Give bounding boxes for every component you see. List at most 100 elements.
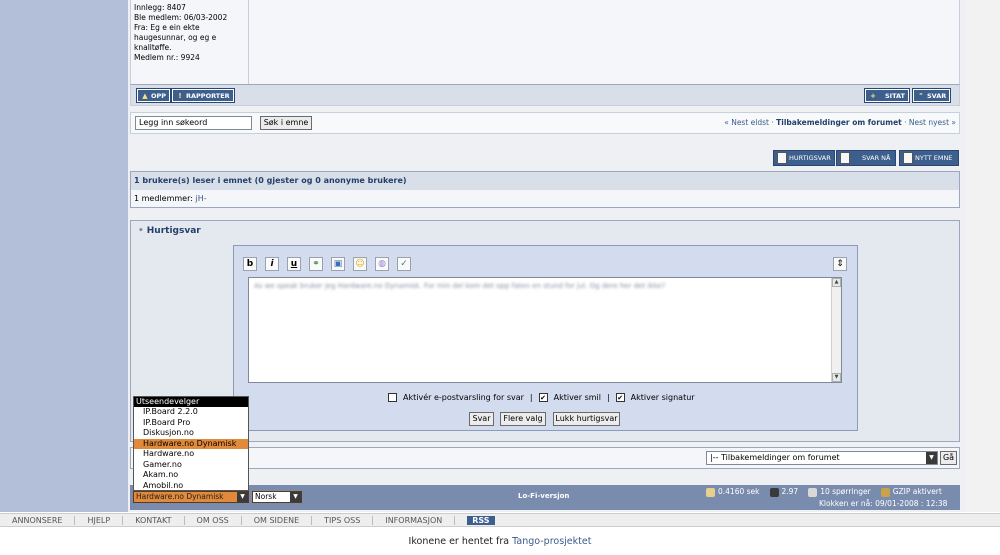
server-stats: 0.4160 sek 2.97 10 spørringer GZIP aktiv… bbox=[706, 487, 942, 497]
post-info-line: Medlem nr.: 9924 bbox=[134, 53, 200, 62]
skin-option[interactable]: Akam.no bbox=[134, 470, 248, 481]
skin-option[interactable]: Diskusjon.no bbox=[134, 428, 248, 439]
reply-textarea[interactable] bbox=[248, 277, 842, 383]
menu-item-om-oss[interactable]: OM OSS bbox=[185, 515, 242, 525]
skin-dropdown-header: Utseendevelger bbox=[134, 397, 248, 407]
speech-bubble-icon[interactable]: ◍ bbox=[375, 257, 389, 271]
skin-option[interactable]: IP.Board Pro bbox=[134, 418, 248, 429]
site-menu: ANNONSERE HJELP KONTAKT OM OSS OM SIDENE… bbox=[0, 513, 1000, 527]
left-band bbox=[0, 0, 128, 512]
post-footer bbox=[130, 84, 960, 106]
stat-queries-value: 10 spørringer bbox=[820, 487, 871, 496]
scroll-down-icon[interactable]: ▼ bbox=[832, 373, 841, 382]
textarea-scrollbar[interactable]: ▲ ▼ bbox=[831, 278, 841, 382]
skin-option[interactable]: Amobil.no bbox=[134, 481, 248, 492]
email-notify-label: Aktivér e-postvarsling for svar bbox=[403, 393, 524, 402]
database-icon bbox=[808, 487, 818, 497]
language-select-value: Norsk bbox=[255, 492, 277, 501]
stat-load-value: 2.97 bbox=[781, 487, 799, 496]
menu-item-annonsere[interactable]: ANNONSERE bbox=[0, 515, 76, 525]
close-quickreply-button[interactable]: Lukk hurtigsvar bbox=[553, 412, 620, 426]
menu-item-informasjon[interactable]: INFORMASJON bbox=[373, 515, 456, 525]
up-button[interactable]: ▲ OPP bbox=[135, 88, 172, 103]
next-topic-link[interactable]: Nest nyest » bbox=[909, 118, 956, 127]
post-info-line: Innlegg: 8407 bbox=[134, 3, 186, 12]
quickreply-label: HURTIGSVAR bbox=[789, 154, 831, 162]
underline-label: u bbox=[290, 259, 298, 269]
prev-topic-link[interactable]: « Nest eldst bbox=[724, 118, 769, 127]
chevron-down-icon[interactable]: ▼ bbox=[290, 492, 301, 502]
skin-dropdown-list[interactable]: Utseendevelger IP.Board 2.2.0 IP.Board P… bbox=[133, 396, 249, 491]
search-input[interactable]: Legg inn søkeord bbox=[135, 116, 252, 130]
chevron-down-icon[interactable]: ▼ bbox=[237, 492, 248, 502]
up-button-label: OPP bbox=[151, 91, 167, 100]
forum-jump-value: |-- Tilbakemeldinger om forumet bbox=[710, 453, 840, 462]
report-button[interactable]: ! RAPPORTER bbox=[171, 88, 235, 103]
menu-item-om-sidene[interactable]: OM SIDENE bbox=[242, 515, 313, 525]
underline-button[interactable]: u bbox=[287, 257, 301, 271]
smiley-icon[interactable]: ☺ bbox=[353, 257, 367, 271]
clock-icon bbox=[706, 487, 715, 497]
active-readers-list: 1 medlemmer: jH- bbox=[134, 194, 207, 203]
post-info-line: Ble medlem: 06/03-2002 bbox=[134, 13, 228, 22]
quickreply-button[interactable]: HURTIGSVAR bbox=[773, 150, 835, 166]
stat-load: 2.97 bbox=[769, 487, 799, 497]
server-icon bbox=[769, 487, 779, 497]
post-info-line: Fra: Eg e ein ekte bbox=[134, 23, 200, 32]
quick-reply-title-text: Hurtigsvar bbox=[146, 226, 201, 236]
document-icon bbox=[777, 152, 787, 164]
stat-queries: 10 spørringer bbox=[808, 487, 871, 497]
post-info-line: knalltøffe. bbox=[134, 43, 172, 52]
member-link[interactable]: jH- bbox=[195, 194, 206, 203]
skin-select[interactable]: Hardware.no Dynamisk ▼ bbox=[133, 491, 249, 503]
language-select[interactable]: Norsk ▼ bbox=[252, 491, 302, 503]
scroll-up-icon[interactable]: ▲ bbox=[832, 278, 841, 287]
reply-button[interactable]: " SVAR bbox=[911, 88, 952, 103]
icon-credits: Ikonene er hentet fra Tango-prosjektet bbox=[0, 536, 1000, 547]
tango-link[interactable]: Tango-prosjektet bbox=[512, 536, 591, 547]
reply-text: As we speak bruker jeg Hardware.no Dynam… bbox=[254, 282, 666, 290]
bullet-icon: • bbox=[138, 226, 144, 236]
signature-checkbox[interactable]: ✔ bbox=[615, 393, 625, 402]
image-icon[interactable]: ▣ bbox=[331, 257, 345, 271]
menu-item-kontakt[interactable]: KONTAKT bbox=[123, 515, 185, 525]
reply-now-button[interactable]: SVAR NÅ bbox=[836, 150, 896, 166]
reply-options: Aktivér e-postvarsling for svar | ✔ Akti… bbox=[388, 393, 695, 402]
document-icon bbox=[840, 152, 850, 164]
link-icon[interactable]: ⚭ bbox=[309, 257, 323, 271]
email-notify-checkbox[interactable] bbox=[388, 393, 397, 402]
skin-option-selected[interactable]: Hardware.no Dynamisk bbox=[134, 438, 248, 449]
right-band bbox=[966, 0, 1000, 512]
menu-item-tips-oss[interactable]: TIPS OSS bbox=[312, 515, 374, 525]
italic-label: i bbox=[270, 259, 274, 269]
skin-select-value: Hardware.no Dynamisk bbox=[136, 492, 224, 501]
italic-button[interactable]: i bbox=[265, 257, 279, 271]
forum-link[interactable]: Tilbakemeldinger om forumet bbox=[776, 118, 902, 127]
skin-option[interactable]: Hardware.no bbox=[134, 449, 248, 460]
forum-jump-select[interactable]: |-- Tilbakemeldinger om forumet ▼ bbox=[706, 451, 938, 465]
spellcheck-icon[interactable]: ✓ bbox=[397, 257, 411, 271]
new-topic-label: NYTT EMNE bbox=[915, 154, 953, 162]
more-options-button[interactable]: Flere valg bbox=[500, 412, 546, 426]
skin-option[interactable]: IP.Board 2.2.0 bbox=[134, 407, 248, 418]
submit-reply-button[interactable]: Svar bbox=[469, 412, 494, 426]
reply-button-label: SVAR bbox=[927, 91, 947, 100]
chevron-down-icon[interactable]: ▼ bbox=[926, 452, 937, 464]
document-icon bbox=[903, 152, 913, 164]
credits-text: Ikonene er hentet fra bbox=[408, 536, 510, 547]
report-button-label: RAPPORTER bbox=[186, 91, 230, 100]
rss-link[interactable]: RSS bbox=[467, 515, 495, 525]
stat-gzip: GZIP aktivert bbox=[880, 487, 942, 497]
quote-button[interactable]: + SITAT bbox=[864, 88, 910, 103]
smilies-checkbox[interactable]: ✔ bbox=[538, 393, 548, 402]
search-button[interactable]: Søk i emne bbox=[260, 116, 312, 130]
lofi-link[interactable]: Lo-Fi-versjon bbox=[518, 492, 569, 500]
resize-icon[interactable]: ⇕ bbox=[833, 257, 847, 271]
go-button[interactable]: Gå bbox=[940, 451, 957, 465]
new-topic-button[interactable]: NYTT EMNE bbox=[899, 150, 959, 166]
bold-button[interactable]: b bbox=[243, 257, 257, 271]
menu-item-hjelp[interactable]: HJELP bbox=[75, 515, 124, 525]
post-author-info: Innlegg: 8407 Ble medlem: 06/03-2002 Fra… bbox=[134, 3, 246, 63]
stat-time-value: 0.4160 sek bbox=[718, 487, 760, 496]
skin-option[interactable]: Gamer.no bbox=[134, 460, 248, 471]
